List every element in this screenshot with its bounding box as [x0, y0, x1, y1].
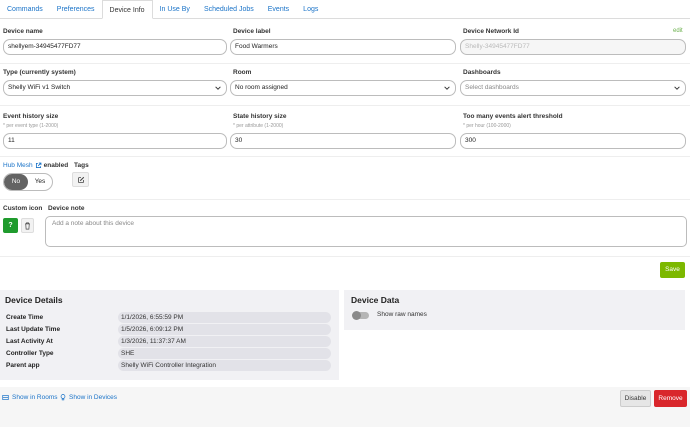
tab-device-info[interactable]: Device Info: [101, 0, 153, 19]
chevron-down-icon: [674, 86, 680, 90]
detail-key: Create Time: [6, 314, 44, 321]
hub-mesh-yes-option[interactable]: Yes: [28, 174, 52, 190]
device-note-label: Device note: [48, 205, 85, 212]
tab-events[interactable]: Events: [261, 0, 296, 19]
edit-icon: [77, 176, 84, 183]
trash-icon: [25, 222, 30, 229]
switch-knob: [352, 311, 361, 320]
disable-button[interactable]: Disable: [620, 390, 651, 407]
alert-threshold-input[interactable]: 300: [460, 133, 686, 149]
device-label-input[interactable]: Food Warmers: [230, 39, 456, 55]
dashboards-placeholder: Select dashboards: [465, 84, 519, 91]
device-note-textarea[interactable]: Add a note about this device: [45, 216, 687, 247]
detail-value: SHE: [118, 348, 331, 359]
state-history-input[interactable]: 30: [230, 133, 456, 149]
chevron-down-icon: [444, 86, 450, 90]
detail-row: Controller Type SHE: [6, 348, 332, 359]
external-link-icon[interactable]: [35, 162, 42, 169]
hub-mesh-label: Hub Mesh enabled: [3, 162, 68, 169]
divider: [0, 63, 690, 64]
divider: [0, 105, 690, 106]
state-history-label: State history size: [233, 113, 287, 120]
tab-bar: Commands Preferences Device Info In Use …: [0, 0, 690, 19]
type-value: Shelly WiFi v1 Switch: [8, 84, 71, 91]
divider: [0, 199, 690, 200]
type-select[interactable]: Shelly WiFi v1 Switch: [3, 80, 227, 96]
detail-key: Controller Type: [6, 350, 54, 357]
clear-icon-button[interactable]: [21, 218, 34, 233]
custom-icon-label: Custom icon: [3, 205, 43, 212]
tab-in-use-by[interactable]: In Use By: [153, 0, 197, 19]
detail-value: 1/1/2026, 6:55:59 PM: [118, 312, 331, 323]
hub-mesh-no-option[interactable]: No: [4, 174, 28, 190]
detail-value: 1/3/2026, 11:37:37 AM: [118, 336, 331, 347]
detail-key: Last Update Time: [6, 326, 61, 333]
tags-label: Tags: [74, 162, 89, 169]
event-history-input[interactable]: 11: [3, 133, 227, 149]
room-select[interactable]: No room assigned: [230, 80, 456, 96]
device-details-panel: Device Details Create Time 1/1/2026, 6:5…: [0, 290, 339, 380]
detail-key: Parent app: [6, 362, 40, 369]
hub-mesh-toggle[interactable]: No Yes: [3, 173, 53, 191]
rooms-icon: [2, 395, 9, 400]
detail-value: 1/5/2026, 6:09:12 PM: [118, 324, 331, 335]
tab-scheduled-jobs[interactable]: Scheduled Jobs: [197, 0, 261, 19]
room-label: Room: [233, 69, 252, 76]
footer-bar: Show in Rooms Show in Devices Disable Re…: [0, 387, 690, 427]
remove-button[interactable]: Remove: [654, 390, 687, 407]
network-id-edit-link[interactable]: edit: [673, 28, 683, 34]
show-in-rooms-link[interactable]: Show in Rooms: [2, 394, 58, 401]
save-button[interactable]: Save: [660, 262, 685, 278]
detail-row: Create Time 1/1/2026, 6:55:59 PM: [6, 312, 332, 323]
detail-row: Last Update Time 1/5/2026, 6:09:12 PM: [6, 324, 332, 335]
state-history-hint: * per attribute (1-2000): [233, 123, 284, 129]
event-history-hint: * per event type (1-2000): [3, 123, 59, 129]
room-value: No room assigned: [235, 84, 288, 91]
hub-mesh-link[interactable]: Hub Mesh: [3, 162, 33, 169]
detail-row: Last Activity At 1/3/2026, 11:37:37 AM: [6, 336, 332, 347]
divider: [0, 156, 690, 157]
custom-icon-button[interactable]: ?: [3, 218, 18, 233]
device-data-panel: Device Data Show raw names: [344, 290, 685, 330]
show-in-devices-label: Show in Devices: [69, 394, 118, 401]
hub-mesh-status: enabled: [43, 162, 69, 169]
divider: [0, 256, 690, 257]
alert-threshold-label: Too many events alert threshold: [463, 113, 563, 120]
tab-commands[interactable]: Commands: [0, 0, 50, 19]
edit-tags-button[interactable]: [72, 172, 89, 187]
device-details-title: Device Details: [5, 295, 63, 305]
device-name-label: Device name: [3, 28, 43, 35]
detail-row: Parent app Shelly WiFi Controller Integr…: [6, 360, 332, 371]
device-network-id-input: Shelly-34945477FD77: [460, 39, 686, 55]
device-label-label: Device label: [233, 28, 271, 35]
type-label: Type (currently system): [3, 69, 76, 76]
show-in-devices-link[interactable]: Show in Devices: [60, 394, 117, 401]
tab-logs[interactable]: Logs: [296, 0, 325, 19]
device-network-id-label: Device Network Id: [463, 28, 519, 35]
alert-threshold-hint: * per hour (100-2000): [463, 123, 511, 129]
detail-key: Last Activity At: [6, 338, 53, 345]
dashboards-label: Dashboards: [463, 69, 501, 76]
tab-preferences[interactable]: Preferences: [50, 0, 102, 19]
device-data-title: Device Data: [351, 295, 400, 305]
lightbulb-icon: [60, 394, 66, 401]
dashboards-select[interactable]: Select dashboards: [460, 80, 686, 96]
device-name-input[interactable]: shellyem-34945477FD77: [3, 39, 227, 55]
device-info-page: Device name shellyem-34945477FD77 Device…: [0, 19, 690, 427]
event-history-label: Event history size: [3, 113, 59, 120]
show-raw-names-switch[interactable]: [352, 311, 369, 320]
parent-app-link[interactable]: Shelly WiFi Controller Integration: [118, 360, 331, 371]
chevron-down-icon: [215, 86, 221, 90]
show-in-rooms-label: Show in Rooms: [12, 394, 58, 401]
show-raw-names-label: Show raw names: [377, 311, 427, 318]
